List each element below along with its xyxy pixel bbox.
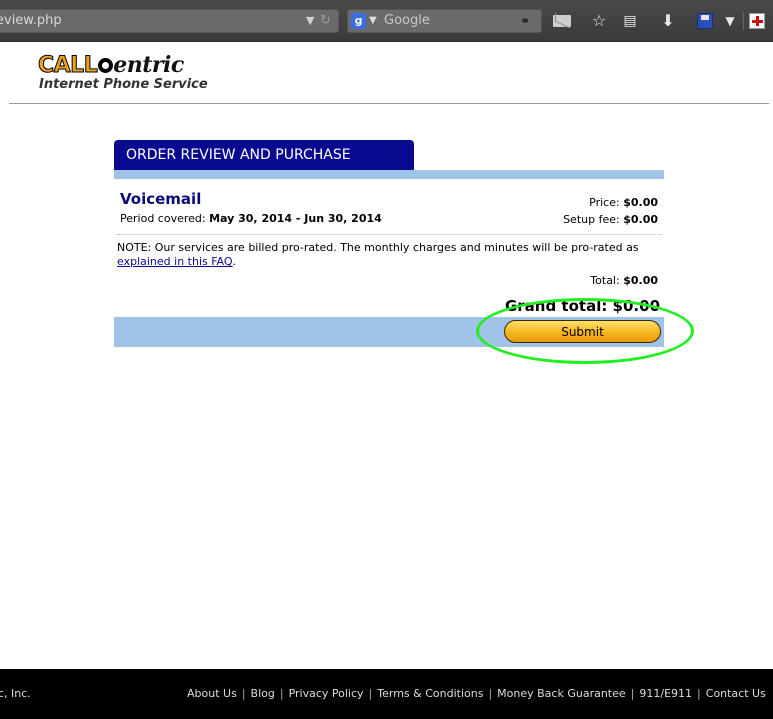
total-line: Total: $0.00 (590, 274, 658, 287)
total-value: $0.00 (623, 274, 658, 287)
download-arrow-icon[interactable]: ⬇ (658, 11, 678, 31)
billing-note: NOTE: Our services are billed pro-rated.… (117, 241, 665, 269)
footer-link-privacy-policy[interactable]: Privacy Policy (289, 687, 364, 700)
logo-call-text: CALL (37, 53, 98, 79)
toolbar-separator (743, 12, 744, 30)
price-line: Price: $0.00 (563, 194, 658, 211)
url-bar[interactable]: eview.php ▼ ↻ (0, 9, 339, 33)
footer-links: About Us | Blog | Privacy Policy | Terms & Con… (187, 687, 766, 700)
logo-entric-text: entric (113, 52, 184, 78)
period-label: Period covered: (120, 212, 206, 225)
price-value: $0.00 (623, 196, 658, 209)
header-divider (9, 103, 769, 104)
order-top-bar (114, 170, 664, 179)
callcentric-logo[interactable]: CALL entric (37, 52, 184, 79)
url-text: eview.php (0, 13, 62, 28)
search-placeholder: Google (384, 13, 430, 28)
period-value: May 30, 2014 - Jun 30, 2014 (209, 212, 382, 225)
browser-toolbar: eview.php ▼ ↻ g ▼ Google ⚭ ☆ ▤ ⬇ ▼ (0, 0, 773, 42)
bookmark-star-icon[interactable]: ☆ (589, 11, 609, 31)
note-end: . (232, 255, 237, 268)
footer-link-911[interactable]: 911/E911 (639, 687, 692, 700)
setup-fee-label: Setup fee: (563, 213, 620, 226)
logo-c-ring-icon (98, 58, 114, 73)
footer-separator: | (488, 687, 493, 700)
footer: c, Inc. About Us | Blog | Privacy Policy | Ter… (0, 669, 773, 719)
chevron-down-icon[interactable]: ▼ (720, 11, 740, 31)
google-engine-icon[interactable]: g (351, 13, 366, 29)
clipboard-icon[interactable]: ▤ (620, 11, 640, 31)
setup-fee-line: Setup fee: $0.00 (563, 211, 658, 228)
footer-link-money-back[interactable]: Money Back Guarantee (497, 687, 626, 700)
price-block: Price: $0.00 Setup fee: $0.00 (563, 194, 658, 228)
mail-icon[interactable] (553, 15, 571, 27)
reload-icon[interactable]: ↻ (320, 10, 331, 32)
footer-link-about-us[interactable]: About Us (187, 687, 237, 700)
footer-link-blog[interactable]: Blog (251, 687, 275, 700)
note-text: NOTE: Our services are billed pro-rated.… (117, 241, 639, 254)
footer-separator: | (368, 687, 373, 700)
order-review-tab: ORDER REVIEW AND PURCHASE (114, 140, 414, 170)
submit-button[interactable]: Submit (504, 320, 661, 343)
price-label: Price: (589, 196, 620, 209)
search-bar[interactable]: g ▼ Google ⚭ (347, 9, 542, 33)
dotted-divider (116, 234, 662, 235)
total-label: Total: (590, 274, 620, 287)
footer-separator: | (630, 687, 635, 700)
engine-dropdown-icon[interactable]: ▼ (369, 10, 377, 32)
item-name: Voicemail (120, 190, 202, 208)
footer-copyright: c, Inc. (0, 687, 31, 700)
faq-link[interactable]: explained in this FAQ (117, 255, 233, 268)
footer-separator: | (241, 687, 246, 700)
grand-total: Grand total: $0.00 (504, 297, 660, 315)
footer-link-contact-us[interactable]: Contact Us (706, 687, 766, 700)
save-disk-icon[interactable] (697, 13, 713, 29)
period-covered: Period covered: May 30, 2014 - Jun 30, 2… (120, 212, 382, 225)
setup-fee-value: $0.00 (623, 213, 658, 226)
footer-link-terms[interactable]: Terms & Conditions (377, 687, 483, 700)
red-cross-icon[interactable] (749, 13, 765, 29)
url-dropdown-icon[interactable]: ▼ (306, 10, 314, 32)
footer-separator: | (279, 687, 284, 700)
binoculars-search-icon[interactable]: ⚭ (520, 10, 530, 32)
logo-tagline: Internet Phone Service (39, 77, 208, 92)
footer-separator: | (697, 687, 701, 700)
